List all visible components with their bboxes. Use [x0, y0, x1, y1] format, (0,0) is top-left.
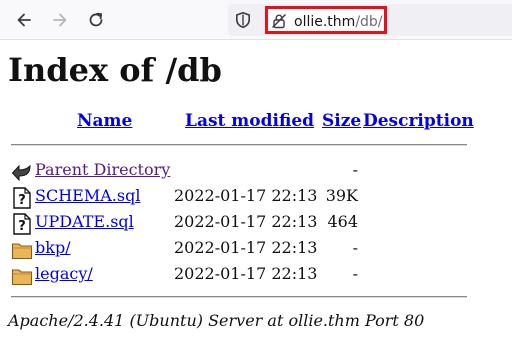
- divider-bottom: [11, 296, 467, 298]
- forward-button[interactable]: [46, 6, 74, 34]
- svg-text:?: ?: [18, 219, 26, 234]
- svg-text:?: ?: [18, 193, 26, 208]
- unknown-file-icon[interactable]: ?: [11, 187, 33, 209]
- reload-button[interactable]: [82, 6, 110, 34]
- listing-link[interactable]: Parent Directory: [35, 159, 170, 181]
- arrow-left-icon: [17, 13, 31, 27]
- url-text[interactable]: ollie.thm/db/: [294, 13, 383, 31]
- listing-link[interactable]: bkp/: [35, 237, 71, 259]
- listing-row: legacy/2022-01-17 22:13 -: [8, 263, 478, 287]
- column-header-last-modified[interactable]: Last modified: [185, 110, 314, 132]
- listing-last-modified: 2022-01-17 22:13: [174, 264, 318, 283]
- url-path: /db/: [355, 14, 383, 30]
- listing-row: ? SCHEMA.sql 2022-01-17 22:13 39K: [8, 185, 478, 209]
- folder-icon[interactable]: [11, 265, 33, 287]
- listing-link[interactable]: SCHEMA.sql: [35, 185, 140, 207]
- listing-link[interactable]: UPDATE.sql: [35, 211, 134, 233]
- column-header-name[interactable]: Name: [77, 110, 132, 132]
- listing-row: Parent Directory -: [8, 159, 478, 183]
- url-highlight-box: ollie.thm/db/: [265, 6, 387, 34]
- folder-icon[interactable]: [11, 239, 33, 261]
- back-arrow-icon[interactable]: [11, 161, 33, 183]
- page-title: Index of /db: [8, 51, 222, 89]
- listing-last-modified: 2022-01-17 22:13: [174, 186, 318, 205]
- arrow-right-icon: [53, 13, 67, 27]
- reload-icon: [89, 12, 103, 27]
- unknown-file-icon[interactable]: ?: [11, 213, 33, 235]
- listing-row: bkp/2022-01-17 22:13 -: [8, 237, 478, 261]
- divider-top: [11, 144, 467, 146]
- listing-size: -: [352, 238, 358, 257]
- listing-size: 464: [327, 212, 358, 231]
- listing-size: -: [352, 160, 358, 179]
- address-bar[interactable]: ollie.thm/db/: [228, 4, 512, 36]
- listing-row: ? UPDATE.sql 2022-01-17 22:13 464: [8, 211, 478, 235]
- tracking-protection-shield-icon[interactable]: [234, 11, 252, 29]
- insecure-lock-icon[interactable]: [271, 13, 287, 29]
- listing-last-modified: 2022-01-17 22:13: [174, 238, 318, 257]
- listing-last-modified: 2022-01-17 22:13: [174, 212, 318, 231]
- column-header-size[interactable]: Size: [322, 110, 361, 132]
- column-header-description[interactable]: Description: [363, 110, 474, 132]
- listing-link[interactable]: legacy/: [35, 263, 93, 285]
- browser-toolbar: ollie.thm/db/: [0, 0, 512, 40]
- server-signature: Apache/2.4.41 (Ubuntu) Server at ollie.t…: [8, 311, 425, 330]
- listing-size: 39K: [325, 186, 358, 205]
- back-button[interactable]: [10, 6, 38, 34]
- listing-size: -: [352, 264, 358, 283]
- url-host: ollie.thm: [294, 14, 356, 30]
